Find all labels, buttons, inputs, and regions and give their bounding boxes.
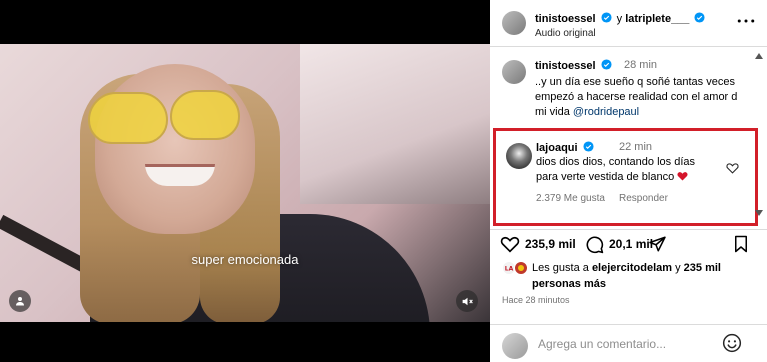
video-smile bbox=[145, 164, 215, 186]
verified-badge-icon bbox=[694, 12, 706, 23]
commenter-avatar[interactable] bbox=[506, 143, 532, 169]
mute-button[interactable] bbox=[456, 290, 478, 312]
current-user-avatar bbox=[502, 333, 528, 359]
audio-label[interactable]: Audio original bbox=[535, 28, 596, 39]
comment-likes[interactable]: 2.379 Me gusta bbox=[536, 193, 605, 204]
likes-count[interactable]: 235,9 mil bbox=[525, 237, 576, 251]
comment-username[interactable]: lajoaqui bbox=[536, 141, 596, 154]
author-avatar[interactable] bbox=[502, 11, 526, 35]
red-heart-emoji-icon bbox=[677, 172, 688, 181]
post-header: tinistoessel y latriplete___ Audio origi… bbox=[490, 0, 767, 47]
video-face bbox=[95, 64, 255, 234]
verified-badge-icon bbox=[601, 12, 612, 23]
heart-outline-icon[interactable] bbox=[726, 162, 739, 174]
post-pane: tinistoessel y latriplete___ Audio origi… bbox=[490, 0, 767, 362]
svg-text:LA: LA bbox=[505, 266, 514, 273]
scroll-up-arrow-icon[interactable] bbox=[755, 53, 763, 59]
mention-link[interactable]: @rodridepaul bbox=[573, 106, 639, 118]
user-icon bbox=[16, 297, 24, 306]
post-actions: 235,9 mil 20,1 mil bbox=[490, 229, 767, 257]
likes-summary-text: Les gusta a elejercitodelam y 235 mil pe… bbox=[532, 262, 721, 290]
video-caption: super emocionada bbox=[191, 252, 299, 267]
post-timestamp[interactable]: Hace 28 minutos bbox=[502, 295, 570, 305]
comment-time: 28 min bbox=[624, 59, 658, 71]
comment-bubble-icon[interactable] bbox=[585, 235, 604, 254]
comment-text: dios dios dios, contando los días para v… bbox=[536, 156, 695, 183]
reply-button[interactable]: Responder bbox=[619, 193, 668, 204]
author-connector: y bbox=[616, 13, 623, 25]
post-authors: tinistoessel y latriplete___ bbox=[535, 12, 707, 25]
comment-text: ..y un día ese sueño q soñé tantas veces… bbox=[535, 76, 738, 118]
verified-badge-icon bbox=[583, 141, 594, 152]
tagged-users-button[interactable] bbox=[9, 290, 31, 312]
liker-avatars[interactable]: LA bbox=[502, 260, 532, 276]
emoji-icon[interactable] bbox=[722, 333, 742, 353]
video-player[interactable] bbox=[0, 44, 490, 322]
video-sunglasses-left bbox=[88, 92, 168, 144]
scroll-down-arrow-icon[interactable] bbox=[755, 210, 763, 216]
more-horizontal-icon[interactable] bbox=[737, 14, 755, 28]
heart-outline-icon[interactable] bbox=[500, 235, 520, 253]
save-action[interactable] bbox=[733, 235, 749, 253]
comments-count[interactable]: 20,1 mil bbox=[609, 237, 653, 251]
share-action[interactable] bbox=[648, 235, 667, 253]
video-background bbox=[300, 44, 490, 204]
like-action[interactable]: 235,9 mil bbox=[500, 235, 576, 253]
verified-badge-icon bbox=[601, 59, 612, 70]
paper-plane-icon[interactable] bbox=[648, 235, 667, 253]
author-username[interactable]: tinistoessel bbox=[535, 13, 596, 25]
video-pane: super emocionada bbox=[0, 0, 490, 362]
comment-input[interactable] bbox=[538, 335, 718, 353]
liker-username[interactable]: elejercitodelam bbox=[592, 262, 672, 274]
comment-action[interactable]: 20,1 mil bbox=[585, 235, 653, 253]
highlighted-comment: lajoaqui 22 min dios dios dios, contando… bbox=[493, 128, 758, 226]
comments-list[interactable]: tinistoessel 28 min ..y un día ese sueño… bbox=[490, 48, 767, 228]
video-sunglasses-right bbox=[170, 90, 240, 140]
muted-speaker-icon bbox=[462, 297, 473, 305]
caption-author-avatar[interactable] bbox=[502, 60, 526, 84]
comment-time: 22 min bbox=[619, 141, 653, 153]
comment-username[interactable]: tinistoessel bbox=[535, 59, 614, 72]
add-comment-bar bbox=[490, 324, 767, 362]
coauthor-username[interactable]: latriplete___ bbox=[625, 13, 689, 25]
bookmark-icon[interactable] bbox=[733, 235, 749, 253]
